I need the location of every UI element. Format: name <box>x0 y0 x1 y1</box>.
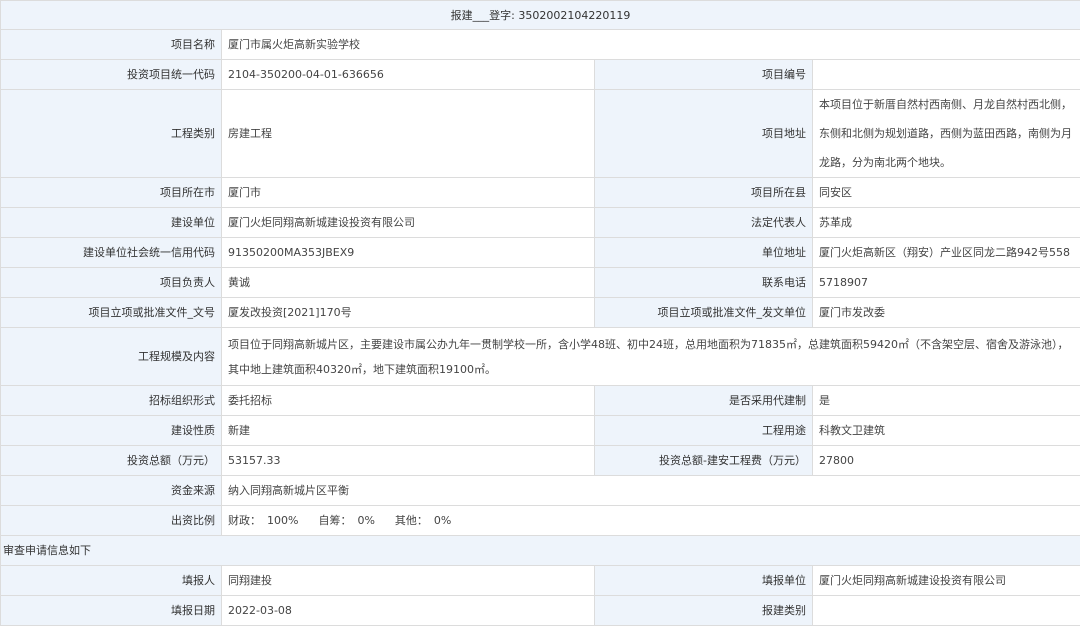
header-blank: ___ <box>473 9 490 22</box>
unit-address-label: 单位地址 <box>595 238 813 268</box>
report-type-label: 报建类别 <box>595 596 813 626</box>
manager-value: 黄诚 <box>222 268 595 298</box>
total-invest-value: 53157.33 <box>222 446 595 476</box>
bid-form-value: 委托招标 <box>222 386 595 416</box>
report-type-value <box>813 596 1080 626</box>
self-value: 0% <box>357 514 374 527</box>
filler-unit-label: 填报单位 <box>595 566 813 596</box>
bid-form-label: 招标组织形式 <box>1 386 222 416</box>
legal-rep-value: 苏革成 <box>813 208 1080 238</box>
fill-date-value: 2022-03-08 <box>222 596 595 626</box>
construct-cost-label: 投资总额-建安工程费（万元） <box>595 446 813 476</box>
fill-date-label: 填报日期 <box>1 596 222 626</box>
filler-value: 同翔建投 <box>222 566 595 596</box>
county-label: 项目所在县 <box>595 178 813 208</box>
builder-value: 厦门火炬同翔高新城建设投资有限公司 <box>222 208 595 238</box>
invest-code-value: 2104-350200-04-01-636656 <box>222 60 595 90</box>
header-text: 登字: 3502002104220119 <box>489 9 630 22</box>
registration-header: 报建___登字: 3502002104220119 <box>1 1 1080 30</box>
project-name-value: 厦门市属火炬高新实验学校 <box>222 30 1080 60</box>
other-value: 0% <box>434 514 451 527</box>
builder-label: 建设单位 <box>1 208 222 238</box>
construct-cost-value: 27800 <box>813 446 1080 476</box>
project-registration-table: 报建___登字: 3502002104220119 项目名称 厦门市属火炬高新实… <box>0 0 1080 626</box>
address-label: 项目地址 <box>595 90 813 178</box>
project-no-value <box>813 60 1080 90</box>
fund-source-label: 资金来源 <box>1 476 222 506</box>
credit-code-value: 91350200MA353JBEX9 <box>222 238 595 268</box>
approval-unit-value: 厦门市发改委 <box>813 298 1080 328</box>
project-no-label: 项目编号 <box>595 60 813 90</box>
phone-value: 5718907 <box>813 268 1080 298</box>
fiscal-key: 财政： <box>228 514 261 527</box>
agent-system-label: 是否采用代建制 <box>595 386 813 416</box>
fiscal-value: 100% <box>267 514 298 527</box>
approval-no-value: 厦发改投资[2021]170号 <box>222 298 595 328</box>
fund-ratio-value: 财政： 100% 自筹： 0% 其他： 0% <box>222 506 1080 536</box>
county-value: 同安区 <box>813 178 1080 208</box>
header-prefix: 报建 <box>451 9 473 22</box>
review-section-title: 审查申请信息如下 <box>1 536 1080 566</box>
legal-rep-label: 法定代表人 <box>595 208 813 238</box>
approval-unit-label: 项目立项或批准文件_发文单位 <box>595 298 813 328</box>
eng-type-label: 工程类别 <box>1 90 222 178</box>
city-value: 厦门市 <box>222 178 595 208</box>
self-key: 自筹： <box>318 514 351 527</box>
project-name-label: 项目名称 <box>1 30 222 60</box>
filler-label: 填报人 <box>1 566 222 596</box>
approval-no-label: 项目立项或批准文件_文号 <box>1 298 222 328</box>
unit-address-value: 厦门火炬高新区（翔安）产业区同龙二路942号558 <box>813 238 1080 268</box>
scale-value: 项目位于同翔高新城片区，主要建设市属公办九年一贯制学校一所，含小学48班、初中2… <box>222 328 1080 386</box>
phone-label: 联系电话 <box>595 268 813 298</box>
total-invest-label: 投资总额（万元） <box>1 446 222 476</box>
usage-value: 科教文卫建筑 <box>813 416 1080 446</box>
city-label: 项目所在市 <box>1 178 222 208</box>
address-value: 本项目位于新厝自然村西南侧、月龙自然村西北侧，东侧和北侧为规划道路，西侧为蓝田西… <box>813 90 1080 178</box>
scale-label: 工程规模及内容 <box>1 328 222 386</box>
nature-value: 新建 <box>222 416 595 446</box>
fund-source-value: 纳入同翔高新城片区平衡 <box>222 476 1080 506</box>
eng-type-value: 房建工程 <box>222 90 595 178</box>
manager-label: 项目负责人 <box>1 268 222 298</box>
nature-label: 建设性质 <box>1 416 222 446</box>
filler-unit-value: 厦门火炬同翔高新城建设投资有限公司 <box>813 566 1080 596</box>
usage-label: 工程用途 <box>595 416 813 446</box>
agent-system-value: 是 <box>813 386 1080 416</box>
credit-code-label: 建设单位社会统一信用代码 <box>1 238 222 268</box>
invest-code-label: 投资项目统一代码 <box>1 60 222 90</box>
other-key: 其他： <box>395 514 428 527</box>
fund-ratio-label: 出资比例 <box>1 506 222 536</box>
